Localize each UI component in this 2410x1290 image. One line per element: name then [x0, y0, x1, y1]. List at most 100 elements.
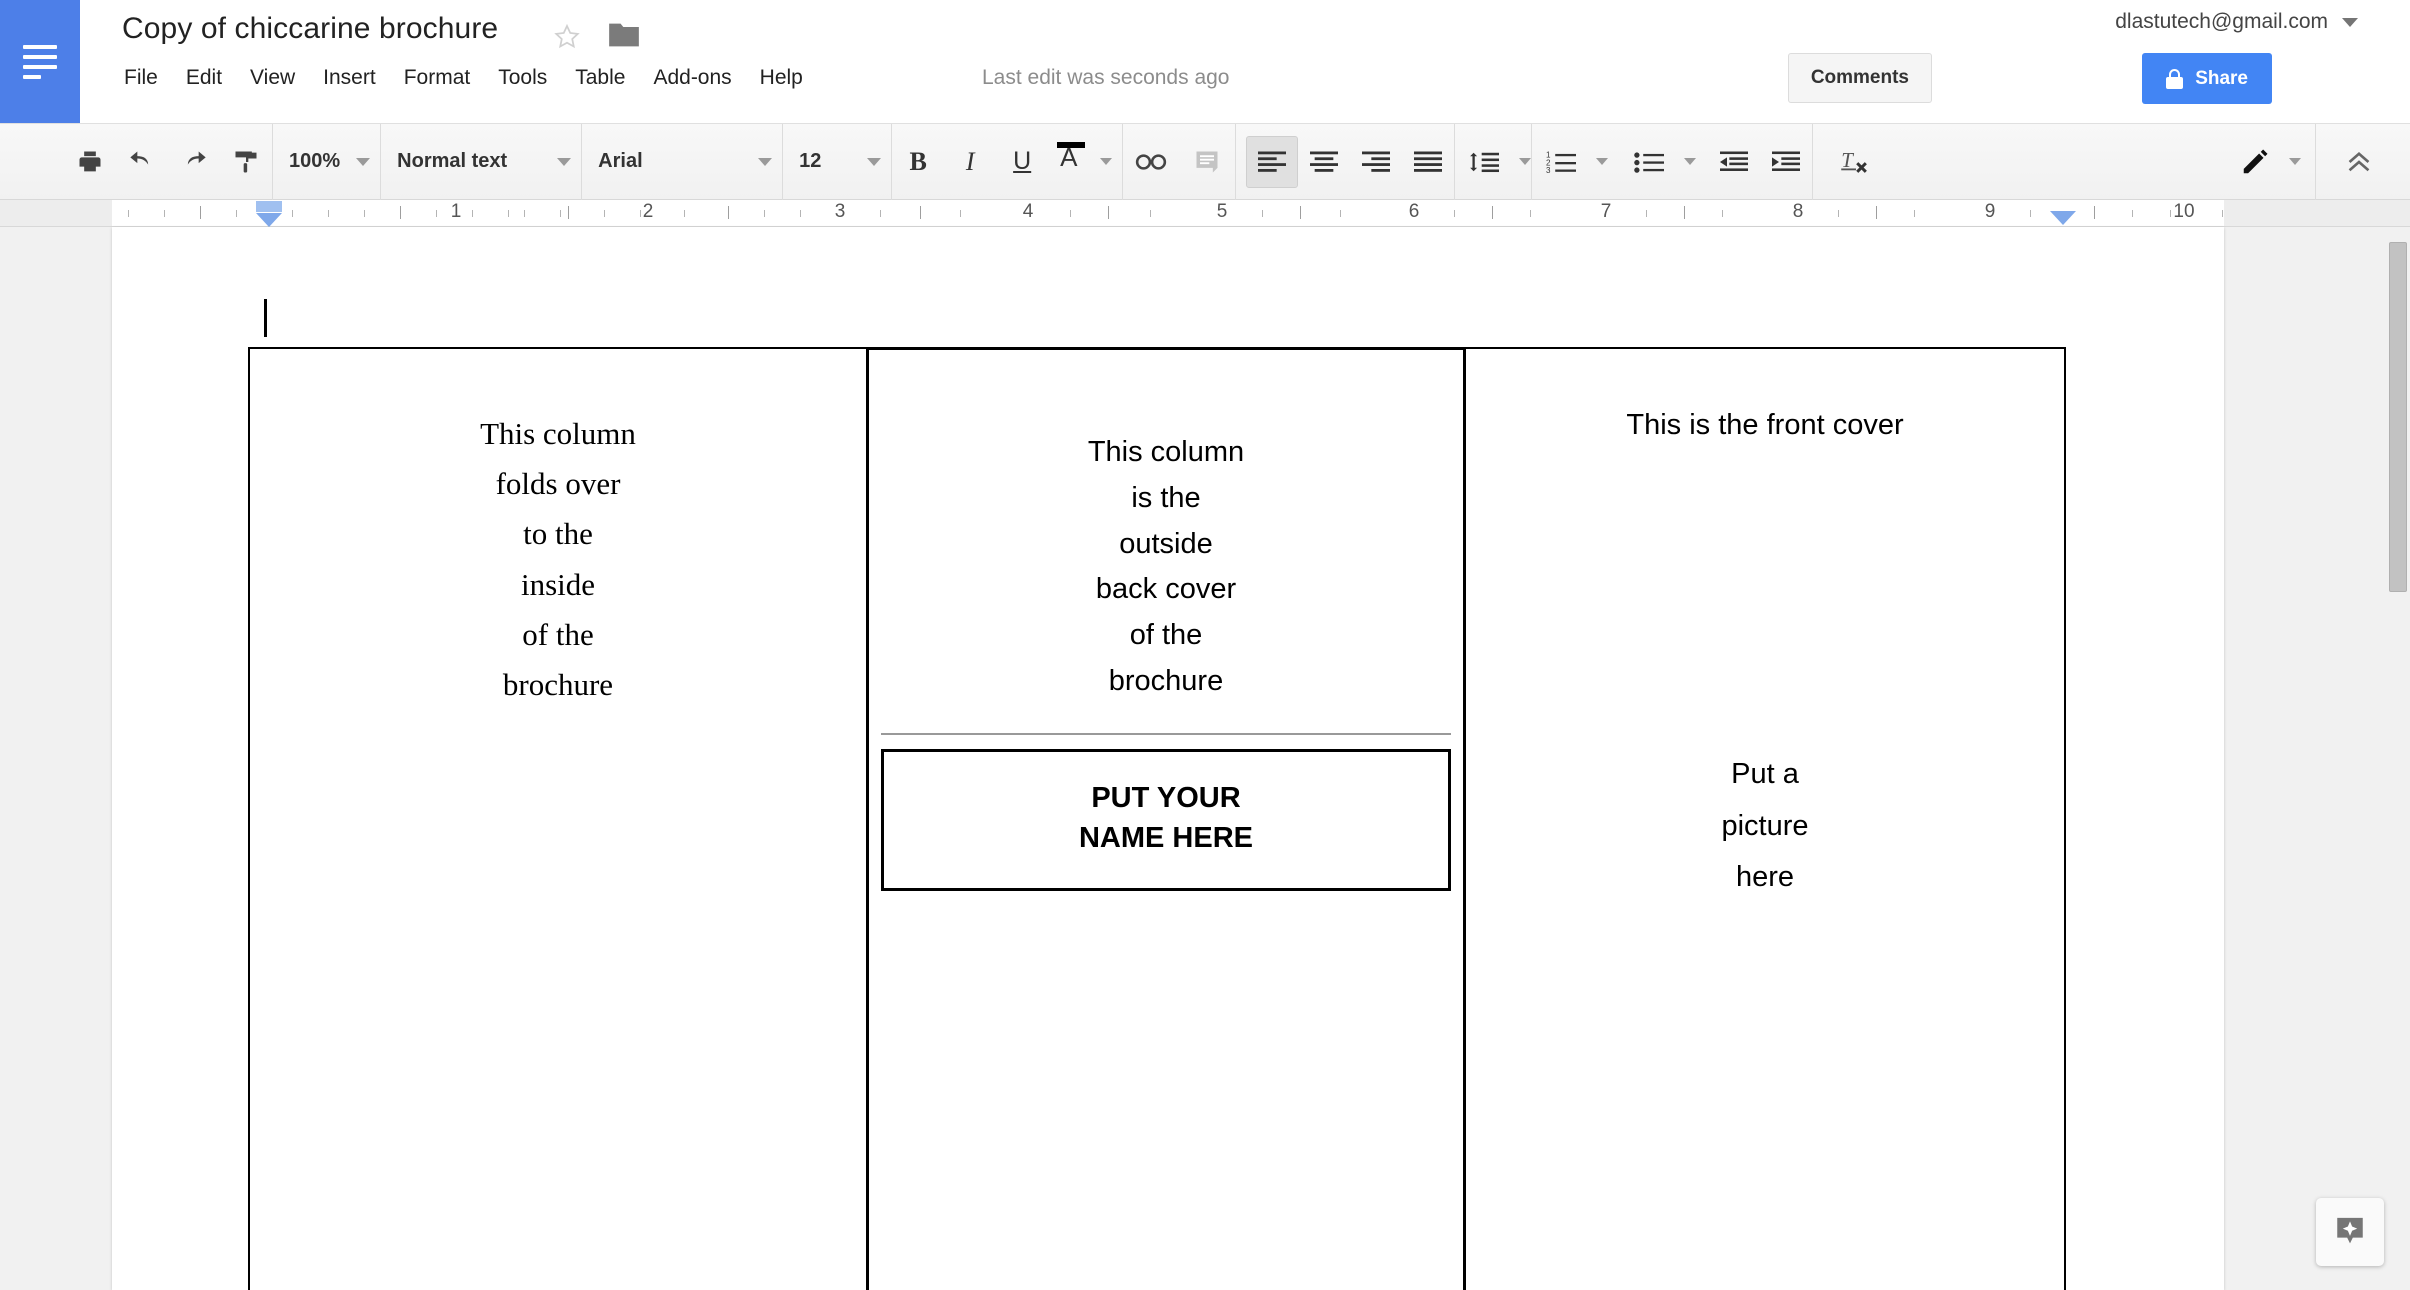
align-justify-icon[interactable] [1402, 136, 1454, 188]
font-size-select[interactable]: 12 [783, 136, 891, 188]
numbered-list-icon[interactable]: 123 [1532, 136, 1590, 188]
add-comment-icon[interactable] [1179, 136, 1235, 188]
document-canvas: This column folds over to the inside of … [0, 227, 2410, 1290]
explore-sparkle-icon [2337, 1217, 2363, 1244]
right-indent-marker[interactable] [2050, 211, 2076, 225]
chevron-down-icon [867, 157, 882, 166]
menu-item-edit[interactable]: Edit [172, 64, 236, 92]
menu-item-help[interactable]: Help [746, 64, 817, 92]
increase-indent-icon[interactable] [1760, 136, 1812, 188]
underline-button[interactable]: U [996, 136, 1048, 188]
last-edit-status[interactable]: Last edit was seconds ago [982, 66, 1230, 90]
chevron-down-icon [557, 157, 572, 166]
font-family-value: Arial [598, 150, 643, 172]
zoom-select[interactable]: 100% [273, 136, 380, 188]
bulleted-list-icon[interactable] [1620, 136, 1678, 188]
left-indent-marker[interactable] [256, 200, 282, 227]
chevron-down-icon[interactable] [1100, 158, 1113, 165]
line: back cover [1095, 573, 1237, 606]
toolbar-group-lists: 123 [1532, 124, 1812, 200]
line: picture [1721, 809, 1809, 842]
toolbar-group-align [1236, 124, 1454, 200]
italic-label: I [965, 146, 975, 176]
italic-button[interactable]: I [944, 136, 996, 188]
chevron-down-icon[interactable] [1684, 158, 1697, 165]
paint-format-icon[interactable] [220, 136, 272, 188]
share-button-label: Share [2195, 67, 2248, 89]
comments-button[interactable]: Comments [1787, 53, 1932, 103]
brochure-column-inside-fold[interactable]: This column folds over to the inside of … [248, 347, 868, 1290]
menu-item-file[interactable]: File [110, 64, 172, 92]
ruler-number-3: 3 [834, 201, 846, 222]
chevron-up-double-icon[interactable] [2330, 136, 2388, 188]
decrease-indent-icon[interactable] [1708, 136, 1760, 188]
chevron-down-icon[interactable] [1596, 158, 1609, 165]
page-title[interactable]: Copy of chiccarine brochure [122, 12, 498, 46]
menu-item-table[interactable]: Table [561, 64, 639, 92]
star-outline-icon[interactable] [552, 22, 582, 52]
clear-formatting-icon[interactable]: T [1825, 136, 1887, 188]
bold-button[interactable]: B [892, 136, 944, 188]
brochure-column-outside-back-cover[interactable]: This column is the outside back cover of… [866, 347, 1466, 1290]
svg-text:T: T [1841, 147, 1854, 171]
ruler-number-1: 1 [450, 201, 462, 222]
font-family-select[interactable]: Arial [582, 136, 782, 188]
text-cursor [264, 299, 267, 337]
toolbar-group-spacing [1455, 124, 1532, 200]
share-button[interactable]: Share [2142, 53, 2272, 104]
line: brochure [502, 667, 614, 703]
inside-fold-text: This column folds over to the inside of … [250, 409, 866, 710]
menu-bar: File Edit View Insert Format Tools Table… [110, 64, 817, 92]
toolbar-group-clear: T [1813, 124, 1887, 200]
ruler-page-area [112, 200, 2224, 226]
ruler-number-4: 4 [1022, 201, 1034, 222]
redo-icon[interactable] [168, 136, 220, 188]
docs-logo-lines [23, 44, 57, 79]
text-color-icon: A [1057, 141, 1086, 179]
explore-button[interactable] [2316, 1198, 2384, 1266]
toolbar-group-collapse [2316, 124, 2410, 200]
vertical-scrollbar-thumb[interactable] [2389, 242, 2407, 592]
line: This column [1087, 436, 1245, 468]
line: is the [1131, 481, 1201, 514]
line-spacing-icon[interactable] [1455, 136, 1513, 188]
undo-icon[interactable] [116, 136, 168, 188]
menu-item-format[interactable]: Format [390, 64, 485, 92]
font-size-value: 12 [799, 150, 822, 172]
ruler-number-7: 7 [1600, 201, 1612, 222]
docs-logo-icon[interactable] [0, 0, 80, 123]
ruler-number-9: 9 [1984, 201, 1996, 222]
zoom-value: 100% [289, 150, 341, 172]
brochure-table[interactable]: This column folds over to the inside of … [248, 347, 2068, 1290]
line: inside [520, 566, 596, 602]
document-page[interactable]: This column folds over to the inside of … [112, 227, 2224, 1290]
print-icon[interactable] [64, 136, 116, 188]
align-center-icon[interactable] [1298, 136, 1350, 188]
text-color-button[interactable]: A [1048, 136, 1094, 188]
menu-item-addons[interactable]: Add-ons [639, 64, 745, 92]
menu-item-tools[interactable]: Tools [484, 64, 561, 92]
horizontal-ruler[interactable]: 1 2 3 4 5 6 7 8 9 10 [0, 200, 2410, 227]
align-right-icon[interactable] [1350, 136, 1402, 188]
link-icon[interactable] [1123, 136, 1179, 188]
chevron-down-icon [758, 157, 773, 166]
paragraph-style-value: Normal text [397, 150, 508, 172]
folder-icon[interactable] [608, 22, 640, 48]
chevron-down-icon[interactable] [2289, 158, 2301, 165]
ruler-number-10: 10 [2173, 201, 2195, 222]
name-placeholder-box[interactable]: PUT YOUR NAME HERE [881, 748, 1451, 891]
line: Put a [1731, 758, 1799, 790]
paragraph-style-select[interactable]: Normal text [381, 136, 581, 188]
brochure-column-front-cover[interactable]: This is the front cover Put a picture he… [1464, 347, 2066, 1290]
align-left-icon[interactable] [1246, 135, 1299, 188]
menu-item-view[interactable]: View [236, 64, 309, 92]
pencil-icon[interactable] [2227, 136, 2283, 188]
chevron-down-icon[interactable] [1519, 158, 1532, 165]
line: folds over [495, 466, 621, 502]
menu-item-insert[interactable]: Insert [309, 64, 390, 92]
line: to the [523, 516, 593, 552]
account-menu[interactable]: dlastutech@gmail.com [2115, 10, 2358, 34]
vertical-scrollbar[interactable] [2384, 227, 2410, 1290]
ruler-number-5: 5 [1216, 201, 1228, 222]
google-docs-window: Copy of chiccarine brochure File Edit Vi… [0, 0, 2410, 1290]
